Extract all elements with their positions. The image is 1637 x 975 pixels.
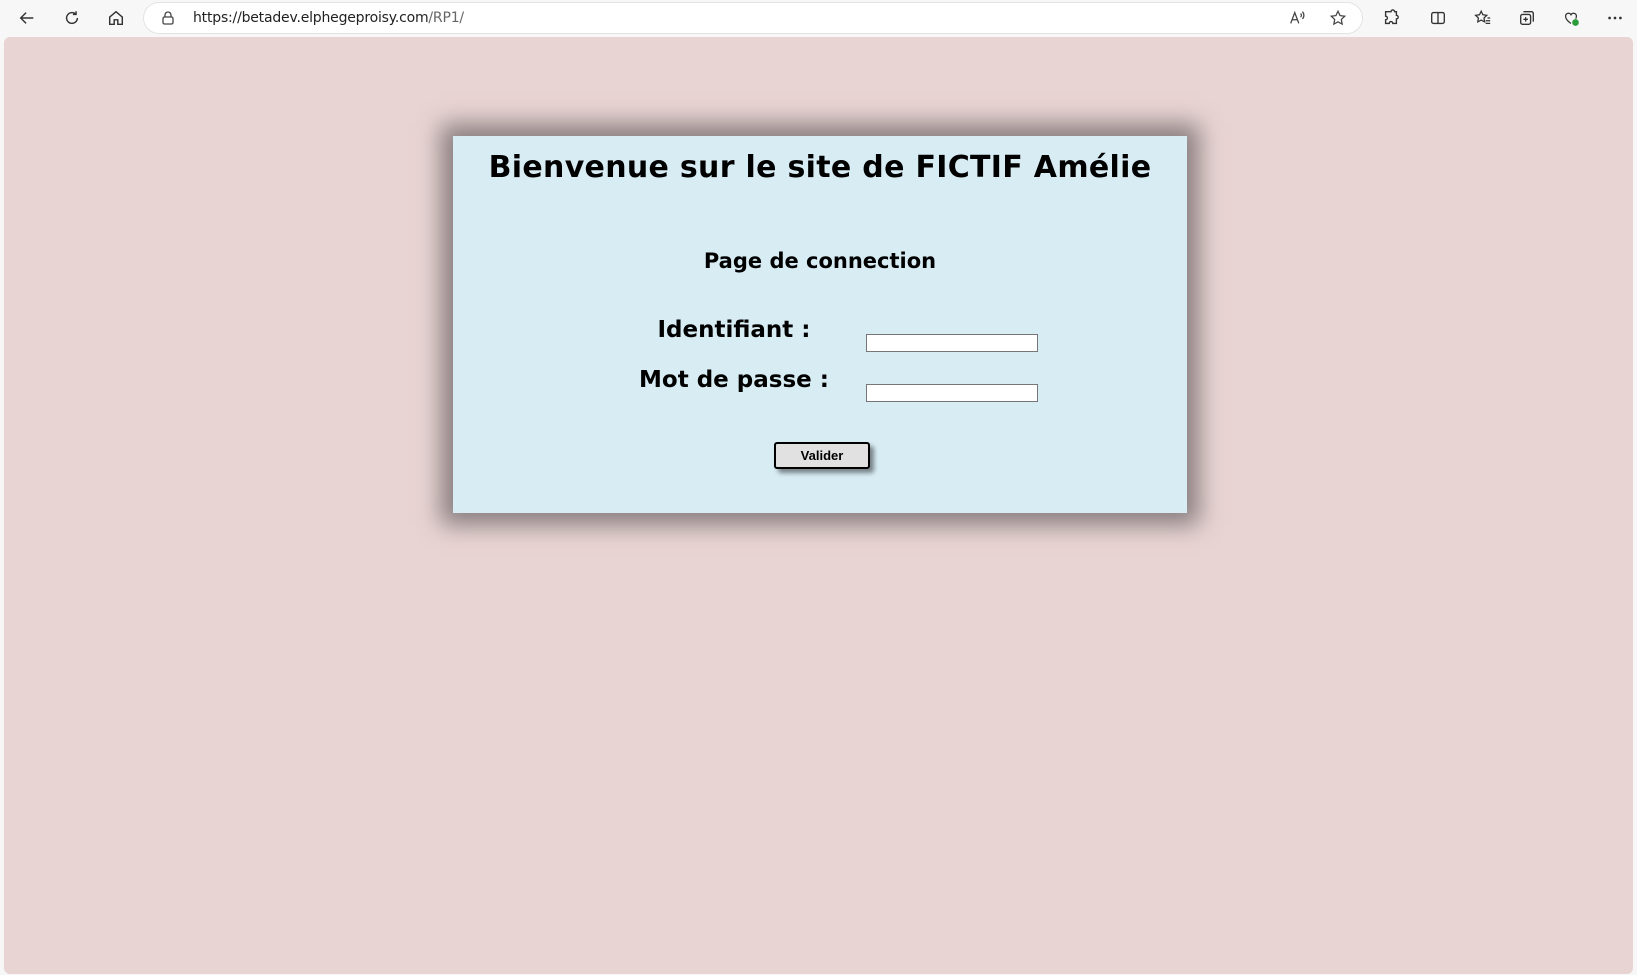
- page-viewport: Bienvenue sur le site de FICTIF Amélie P…: [4, 37, 1633, 974]
- refresh-icon[interactable]: [58, 4, 86, 32]
- lock-icon[interactable]: [160, 10, 176, 26]
- url-host: https://betadev.elphegeproisy.com: [193, 10, 429, 26]
- collections-icon[interactable]: [1513, 4, 1541, 32]
- page-subtitle: Page de connection: [703, 249, 937, 273]
- favorite-star-icon[interactable]: [1324, 4, 1352, 32]
- login-card: Bienvenue sur le site de FICTIF Amélie P…: [453, 136, 1187, 513]
- url-text[interactable]: https://betadev.elphegeproisy.com/RP1/: [193, 10, 464, 26]
- page-title: Bienvenue sur le site de FICTIF Amélie: [488, 150, 1152, 185]
- read-aloud-icon[interactable]: [1283, 4, 1311, 32]
- login-label: Identifiant :: [657, 317, 811, 343]
- login-field[interactable]: [866, 334, 1038, 352]
- password-field[interactable]: [866, 384, 1038, 402]
- more-menu-icon[interactable]: [1601, 4, 1629, 32]
- browser-toolbar: https://betadev.elphegeproisy.com/RP1/: [0, 0, 1637, 36]
- address-bar[interactable]: https://betadev.elphegeproisy.com/RP1/: [144, 3, 1362, 33]
- extensions-icon[interactable]: [1377, 4, 1405, 32]
- browser-essentials-icon[interactable]: [1557, 4, 1585, 32]
- back-arrow-icon[interactable]: [13, 4, 41, 32]
- split-screen-icon[interactable]: [1424, 4, 1452, 32]
- favorites-icon[interactable]: [1469, 4, 1497, 32]
- home-icon[interactable]: [102, 4, 130, 32]
- password-label: Mot de passe :: [639, 367, 829, 393]
- submit-button[interactable]: Valider: [774, 442, 870, 469]
- url-path: /RP1/: [428, 10, 464, 26]
